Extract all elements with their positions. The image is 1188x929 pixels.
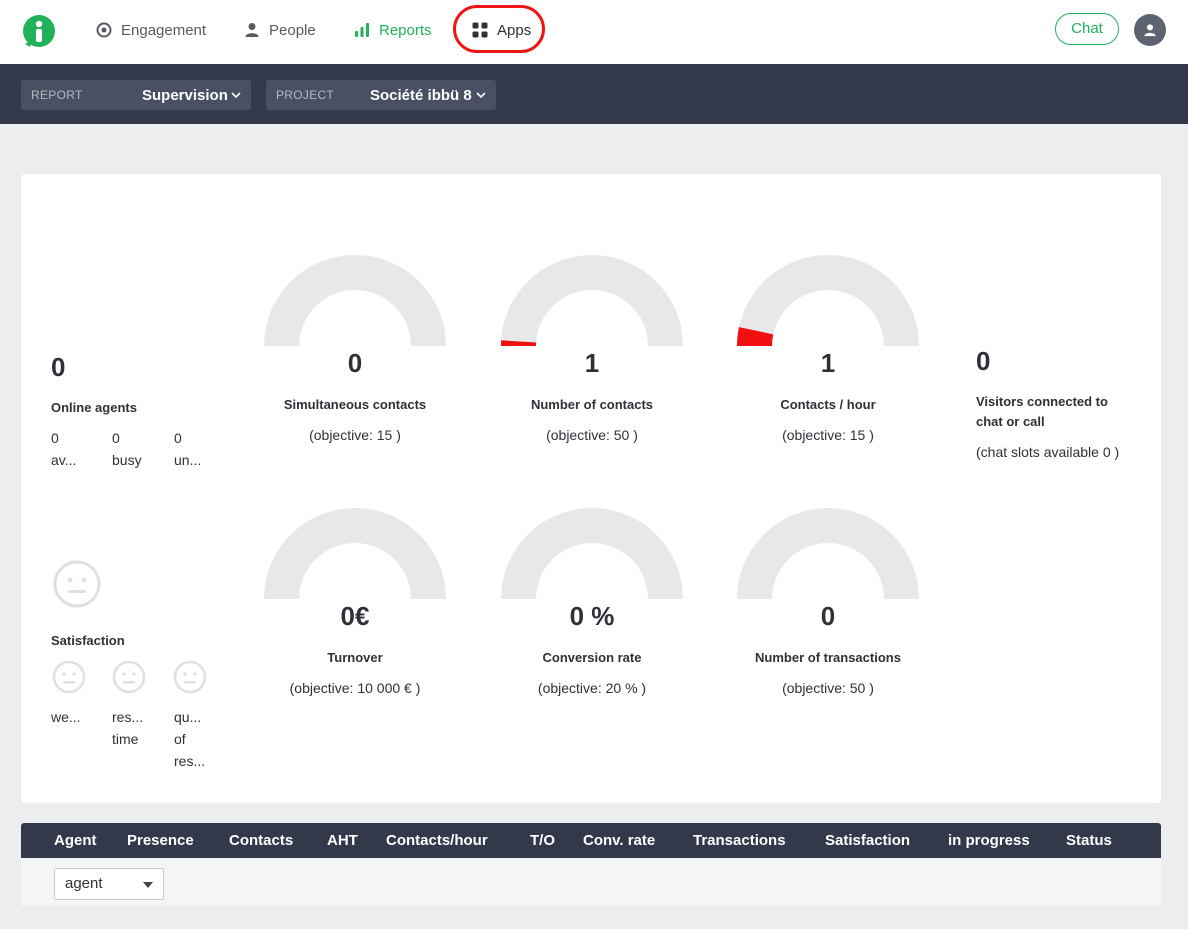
online-agents-count: 0 [51, 352, 66, 382]
column-presence[interactable]: Presence [127, 832, 194, 849]
visitors-count: 0 [976, 346, 991, 376]
gauge-arc [264, 508, 446, 599]
column-agent[interactable]: Agent [54, 832, 97, 849]
visitors-title-line1: Visitors connected to [976, 394, 1108, 409]
agent-filter-value: agent [65, 875, 103, 892]
chat-slots-available: (chat slots available 0 ) [976, 444, 1120, 460]
filter-bar: REPORT Supervision PROJECT Société ibbü … [0, 64, 1188, 124]
column-satisfaction[interactable]: Satisfaction [825, 832, 910, 849]
satisfaction-quality-label-3: res... [174, 753, 206, 769]
agents-unavailable-count: 0 [174, 430, 182, 446]
report-select-value: Supervision [142, 86, 228, 104]
gauge-objective: (objective: 50 ) [782, 680, 874, 696]
gauge-track [264, 255, 446, 346]
gauge-objective: (objective: 10 000 € ) [289, 680, 421, 696]
neutral-face-icon [53, 560, 101, 608]
target-icon [95, 21, 113, 39]
chevron-down-icon [476, 92, 486, 99]
gauge-title: Conversion rate [542, 650, 642, 665]
chat-button[interactable]: Chat [1055, 13, 1119, 45]
project-select[interactable]: PROJECT Société ibbü 8 [266, 80, 496, 110]
gauge-track [264, 508, 446, 599]
nav-engagement-label: Engagement [121, 21, 207, 39]
gauge-value: 0 [820, 601, 836, 631]
logo-icon[interactable] [22, 14, 56, 48]
column-status[interactable]: Status [1066, 832, 1112, 849]
agents-available-count: 0 [51, 430, 59, 446]
satisfaction-response-time-label-1: res... [112, 709, 144, 725]
agents-busy-count: 0 [112, 430, 120, 446]
column-conv-rate[interactable]: Conv. rate [583, 832, 655, 849]
gauge-track [737, 508, 919, 599]
nav-people-label: People [269, 21, 316, 39]
nav-people[interactable]: People [243, 20, 316, 40]
agents-table-filter-row: agent [21, 858, 1161, 906]
column-aht[interactable]: AHT [327, 832, 358, 849]
gauge-track [501, 508, 683, 599]
gauge-arc [264, 255, 446, 346]
nav-apps[interactable]: Apps [471, 20, 531, 40]
nav-apps-label: Apps [497, 21, 532, 39]
gauge-objective: (objective: 15 ) [309, 427, 401, 443]
gauge-value: 0 [347, 348, 363, 378]
gauge-objective: (objective: 15 ) [782, 427, 874, 443]
satisfaction-quality-label-1: qu... [174, 709, 202, 725]
report-select[interactable]: REPORT Supervision [21, 80, 251, 110]
person-icon [243, 21, 261, 39]
neutral-face-icon [173, 660, 207, 694]
project-select-value: Société ibbü 8 [370, 86, 472, 104]
gauge-title: Number of transactions [755, 650, 901, 665]
gauge-title: Simultaneous contacts [283, 397, 427, 412]
column-contacts-per-hour[interactable]: Contacts/hour [386, 832, 488, 849]
chevron-down-icon [231, 92, 241, 99]
gauge-value: 0 % [569, 601, 615, 631]
gauge-arc [501, 508, 683, 599]
grid-icon [471, 21, 489, 39]
neutral-face-icon [112, 660, 146, 694]
agents-available-label: av... [51, 452, 77, 468]
gauge-value: 1 [584, 348, 600, 378]
agents-unavailable-label: un... [174, 452, 202, 468]
gauge-title: Turnover [327, 650, 383, 665]
agent-filter-select[interactable]: agent [54, 868, 164, 900]
gauge-title: Contacts / hour [780, 397, 876, 412]
project-select-label: PROJECT [276, 88, 335, 102]
report-select-label: REPORT [31, 88, 83, 102]
gauge-objective: (objective: 20 % ) [537, 680, 647, 696]
gauge-arc [737, 255, 919, 346]
agents-busy-label: busy [112, 452, 142, 468]
gauge-track [737, 255, 919, 346]
nav-reports[interactable]: Reports [353, 20, 432, 40]
satisfaction-welcome-label: we... [51, 709, 81, 725]
column-in-progress[interactable]: in progress [948, 832, 1030, 849]
gauge-value: 0€ [340, 601, 370, 631]
column-transactions[interactable]: Transactions [693, 832, 786, 849]
gauge-objective: (objective: 50 ) [546, 427, 638, 443]
neutral-face-icon [52, 660, 86, 694]
online-agents-title: Online agents [51, 400, 137, 415]
caret-down-icon [143, 882, 153, 888]
gauge-track [501, 255, 683, 346]
gauge-arc [501, 255, 683, 346]
satisfaction-title: Satisfaction [51, 633, 125, 648]
column-to[interactable]: T/O [530, 832, 555, 849]
nav-reports-label: Reports [379, 21, 432, 39]
avatar[interactable] [1134, 14, 1166, 46]
visitors-title-line2: chat or call [976, 414, 1045, 429]
agents-table-header: Agent Presence Contacts AHT Contacts/hou… [21, 823, 1161, 858]
supervision-card: 0 Online agents 0 av... 0 busy 0 un... S… [21, 174, 1161, 803]
bar-chart-icon [353, 21, 371, 39]
satisfaction-response-time-label-2: time [112, 731, 139, 747]
gauge-arc [737, 508, 919, 599]
gauge-value: 1 [820, 348, 836, 378]
top-navigation: Engagement People Reports Apps Chat [0, 0, 1188, 64]
nav-engagement[interactable]: Engagement [95, 20, 206, 40]
gauge-title: Number of contacts [530, 397, 654, 412]
user-icon [1144, 24, 1156, 37]
column-contacts[interactable]: Contacts [229, 832, 293, 849]
satisfaction-quality-label-2: of [174, 731, 186, 747]
